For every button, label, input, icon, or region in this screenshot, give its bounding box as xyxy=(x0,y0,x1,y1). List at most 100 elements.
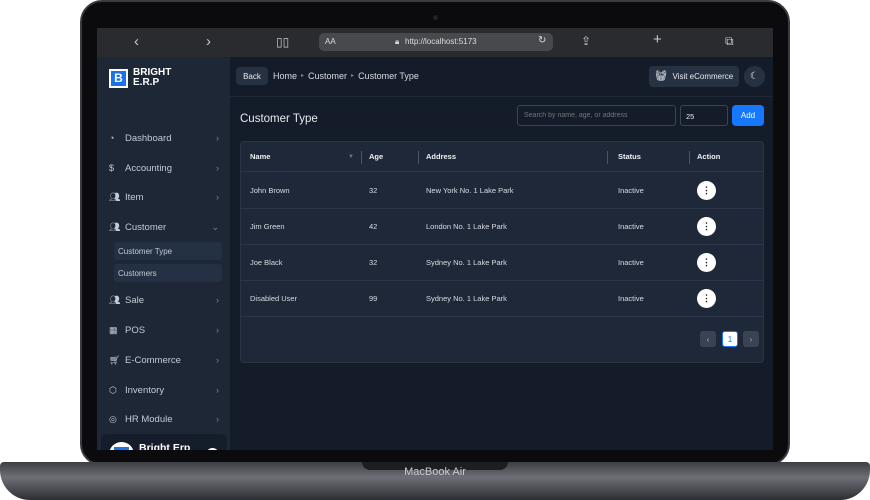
chevron-right-icon: › xyxy=(216,295,219,305)
label: Dashboard xyxy=(125,132,172,144)
text-size-button[interactable]: AA xyxy=(325,37,336,46)
basket-icon: 🧺︎ xyxy=(654,71,668,82)
avatar: B xyxy=(109,442,134,450)
new-tab-icon[interactable]: + xyxy=(653,31,662,48)
cell-status: Inactive xyxy=(618,186,644,195)
reload-icon[interactable]: ↻ xyxy=(538,35,546,46)
cell-age: 99 xyxy=(369,294,378,303)
label: E-Commerce xyxy=(125,354,181,366)
breadcrumb-current: Customer Type xyxy=(358,71,419,81)
chevron-right-icon: › xyxy=(216,385,219,395)
tabs-icon[interactable]: ⧉ xyxy=(725,34,734,49)
lock-icon: 🔒︎ xyxy=(395,37,400,46)
breadcrumb: Home ▸ Customer ▸ Customer Type xyxy=(273,71,419,82)
brand-line2: E.R.P xyxy=(133,77,160,88)
page-1-button[interactable]: 1 xyxy=(722,331,738,347)
camera xyxy=(433,15,438,20)
sidebar-item-item[interactable]: 👥︎ Item › xyxy=(109,187,219,207)
cell-address: New York No. 1 Lake Park xyxy=(426,186,514,195)
sidebar-item-ecommerce[interactable]: 🛒︎ E-Commerce › xyxy=(109,350,219,370)
back-button[interactable]: Back xyxy=(236,67,268,85)
cell-age: 32 xyxy=(369,186,378,195)
sidebar-item-inventory[interactable]: ⬡ Inventory › xyxy=(109,380,219,400)
visit-ecommerce-button[interactable]: 🧺︎ Visit eCommerce xyxy=(649,66,739,87)
search-input[interactable] xyxy=(517,105,676,126)
label: HR Module xyxy=(125,413,173,425)
sidebar-item-pos[interactable]: ▦ POS › xyxy=(109,320,219,340)
page-size-select[interactable]: 25 xyxy=(680,105,728,126)
url-text: http://localhost:5173 xyxy=(405,37,477,46)
table-header: Name ▼ Age Address Status Action xyxy=(241,142,763,172)
cell-address: Sydney No. 1 Lake Park xyxy=(426,258,507,267)
chevron-right-icon: › xyxy=(216,133,219,143)
back-icon[interactable]: ‹ xyxy=(134,33,139,50)
store-icon: ▦ xyxy=(109,324,118,335)
column-action: Action xyxy=(697,152,721,161)
cell-status: Inactive xyxy=(618,222,644,231)
cell-status: Inactive xyxy=(618,258,644,267)
sidebar-item-accounting[interactable]: $ Accounting › xyxy=(109,158,219,178)
browser-toolbar: ‹ › ▯▯ AA 🔒︎ http://localhost:5173 ↻ ⇪ +… xyxy=(97,28,773,57)
more-actions-icon[interactable]: ⋮ xyxy=(697,253,716,272)
dollar-icon: $ xyxy=(109,163,115,173)
sidebar-subitem-customers[interactable]: Customers xyxy=(114,264,222,282)
prev-page-button[interactable]: ‹ xyxy=(700,331,716,347)
visit-label: Visit eCommerce xyxy=(672,72,734,81)
cart-icon: 🛒︎ xyxy=(109,354,121,365)
cell-name: John Brown xyxy=(250,186,290,195)
more-actions-icon[interactable]: ⋮ xyxy=(697,181,716,200)
users-icon: 👥︎ xyxy=(109,294,121,305)
add-button[interactable]: Add xyxy=(732,105,764,126)
breadcrumb-customer[interactable]: Customer xyxy=(308,71,347,82)
main-content: Back Home ▸ Customer ▸ Customer Type 🧺︎ Vis… xyxy=(230,57,773,450)
users-icon: 👥︎ xyxy=(109,221,121,232)
user-card: B Bright Erp Admin ⏻ xyxy=(101,434,227,450)
cell-address: Sydney No. 1 Lake Park xyxy=(426,294,507,303)
customer-type-table: Name ▼ Age Address Status Action John Br… xyxy=(240,141,764,363)
chevron-right-icon: › xyxy=(216,163,219,173)
label: Inventory xyxy=(125,384,165,396)
column-name[interactable]: Name xyxy=(250,142,270,171)
chevron-right-icon: › xyxy=(216,414,219,424)
breadcrumb-home[interactable]: Home xyxy=(273,71,297,82)
label: Customer xyxy=(125,221,167,233)
more-actions-icon[interactable]: ⋮ xyxy=(697,289,716,308)
table-row: Joe Black 32 Sydney No. 1 Lake Park Inac… xyxy=(241,245,763,281)
sidebar: B BRIGHT E.R.P ◔ Dashboard › $ Accounting › 👥… xyxy=(97,57,230,450)
column-address: Address xyxy=(426,152,457,161)
cell-name: Joe Black xyxy=(250,258,283,267)
cell-age: 32 xyxy=(369,258,378,267)
column-status: Status xyxy=(618,152,641,161)
label: Accounting xyxy=(125,162,173,174)
logo-mark: B xyxy=(109,68,128,88)
sidebar-item-hr-module[interactable]: ◎ HR Module › xyxy=(109,409,219,429)
sidebar-item-customer[interactable]: 👥︎ Customer ⌄ xyxy=(109,217,219,237)
box-icon: ⬡ xyxy=(109,384,117,395)
cell-name: Disabled User xyxy=(250,294,298,303)
sidebar-item-sale[interactable]: 👥︎ Sale › xyxy=(109,290,219,310)
share-icon[interactable]: ⇪ xyxy=(581,34,591,48)
forward-icon[interactable]: › xyxy=(206,33,211,50)
chevron-down-icon: ⌄ xyxy=(211,221,219,232)
bookmarks-icon[interactable]: ▯▯ xyxy=(276,35,289,49)
sidebar-subitem-customer-type[interactable]: Customer Type xyxy=(114,242,222,260)
address-bar[interactable]: AA 🔒︎ http://localhost:5173 ↻ xyxy=(319,33,553,51)
theme-toggle-moon-icon[interactable]: ☾ xyxy=(744,66,765,87)
filter-icon[interactable]: ▼ xyxy=(348,142,354,171)
gauge-icon: ◔ xyxy=(109,133,115,143)
chevron-right-icon: › xyxy=(216,355,219,365)
sidebar-item-dashboard[interactable]: ◔ Dashboard › xyxy=(109,128,219,148)
more-actions-icon[interactable]: ⋮ xyxy=(697,217,716,236)
person-circle-icon: ◎ xyxy=(109,413,117,424)
page-title: Customer Type xyxy=(240,113,318,125)
power-icon[interactable]: ⏻ xyxy=(206,448,219,450)
logo: B BRIGHT E.R.P xyxy=(109,68,171,88)
cell-age: 42 xyxy=(369,222,378,231)
cell-status: Inactive xyxy=(618,294,644,303)
label: POS xyxy=(125,324,146,336)
chevron-right-icon: › xyxy=(216,325,219,335)
next-page-button[interactable]: › xyxy=(743,331,759,347)
cell-address: London No. 1 Lake Park xyxy=(426,222,507,231)
cell-name: Jim Green xyxy=(250,222,285,231)
label: Item xyxy=(125,191,144,203)
